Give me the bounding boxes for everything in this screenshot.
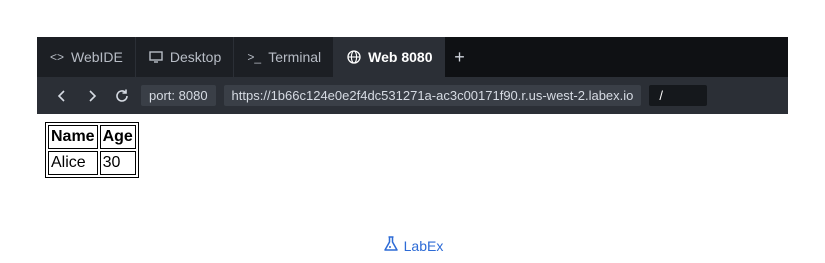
table-header-row: Name Age: [48, 125, 136, 149]
tab-webide[interactable]: <> WebIDE: [37, 37, 136, 77]
terminal-icon: >_: [247, 50, 262, 64]
page-content: Name Age Alice 30: [45, 122, 139, 178]
port-badge: port: 8080: [141, 85, 216, 106]
data-table: Name Age Alice 30: [45, 122, 139, 178]
new-tab-button[interactable]: +: [445, 37, 473, 77]
browser-frame: <> WebIDE Desktop >_ Terminal Web 8080 +…: [37, 37, 788, 114]
reload-icon[interactable]: [111, 85, 133, 107]
column-header-name: Name: [48, 125, 98, 149]
url-field[interactable]: https://1b66c124e0e2f4dc531271a-ac3c0017…: [223, 85, 642, 106]
tab-label: Desktop: [169, 49, 222, 65]
tab-label: WebIDE: [71, 49, 123, 65]
tab-label: Web 8080: [368, 49, 433, 65]
table-row: Alice 30: [48, 151, 136, 175]
tab-terminal[interactable]: >_ Terminal: [234, 37, 335, 77]
path-input[interactable]: /: [649, 85, 708, 106]
code-icon: <>: [49, 50, 64, 64]
footer-brand: LabEx: [0, 235, 825, 256]
globe-icon: [346, 49, 362, 65]
tab-web-8080[interactable]: Web 8080: [334, 37, 446, 77]
back-icon[interactable]: [51, 85, 73, 107]
cell-name: Alice: [48, 151, 98, 175]
labex-flask-icon: [382, 235, 400, 256]
address-bar: port: 8080 https://1b66c124e0e2f4dc53127…: [37, 77, 788, 114]
cell-age: 30: [99, 151, 136, 175]
tab-label: Terminal: [268, 49, 322, 65]
column-header-age: Age: [99, 125, 136, 149]
brand-name: LabEx: [403, 237, 444, 254]
forward-icon[interactable]: [81, 85, 103, 107]
monitor-icon: [148, 49, 164, 65]
tab-desktop[interactable]: Desktop: [135, 37, 235, 77]
tab-bar: <> WebIDE Desktop >_ Terminal Web 8080 +: [37, 37, 788, 77]
